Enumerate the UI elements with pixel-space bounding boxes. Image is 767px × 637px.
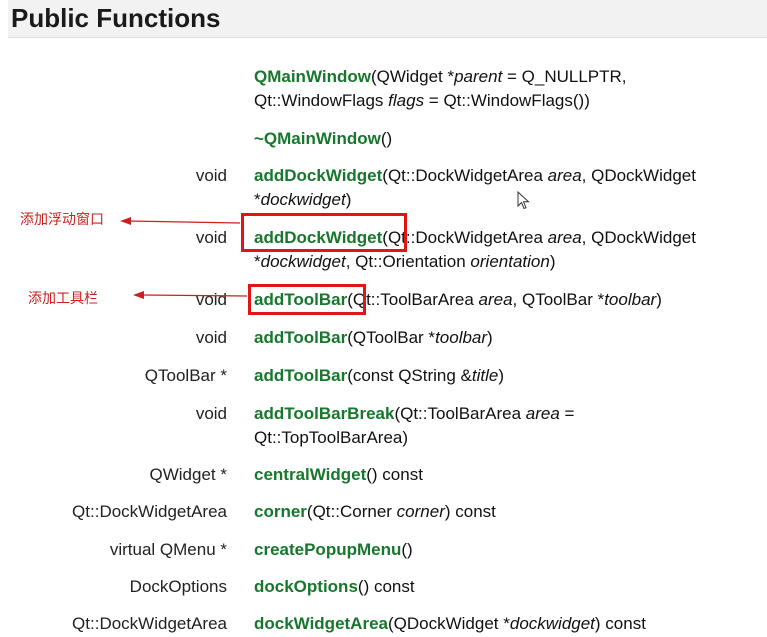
arrow-line-toolbar <box>141 294 248 297</box>
mouse-cursor-icon <box>517 191 530 210</box>
annotation-arrows <box>120 217 248 299</box>
arrow-line-dock <box>127 220 241 224</box>
arrow-head-toolbar <box>133 291 144 299</box>
arrow-head-dock <box>120 217 131 225</box>
